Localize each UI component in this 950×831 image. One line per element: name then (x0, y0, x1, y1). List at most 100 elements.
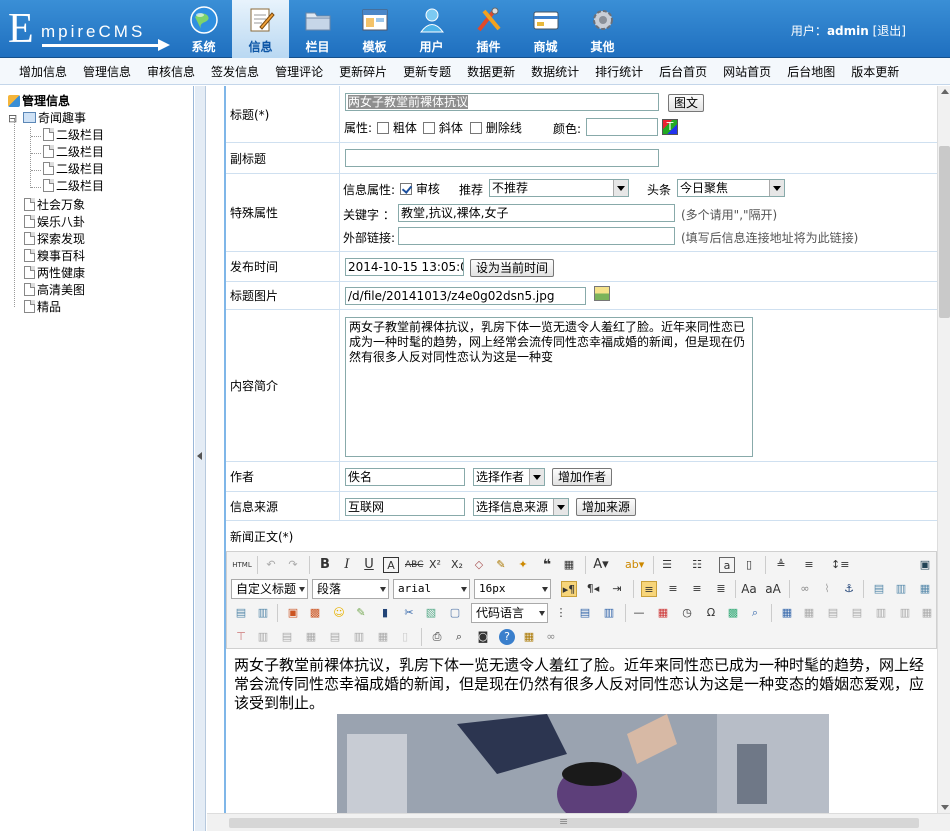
panel-splitter[interactable] (195, 86, 206, 831)
nav-info[interactable]: 信息 (232, 0, 289, 58)
horizontal-scrollbar[interactable] (207, 813, 950, 831)
tree-root[interactable]: 管理信息 (8, 93, 70, 110)
insert-paragraph-before-table-icon[interactable]: ▤ (825, 605, 841, 621)
bold-option[interactable]: 粗体 (377, 119, 417, 136)
tree-node[interactable]: 娱乐八卦 (24, 214, 85, 231)
review-checkbox[interactable] (400, 183, 412, 195)
menu-rank-stats[interactable]: 排行统计 (587, 63, 651, 80)
font-size-select[interactable]: 16px (474, 579, 551, 599)
menu-sign-info[interactable]: 签发信息 (203, 63, 267, 80)
tree-node-expanded[interactable]: ⊟ 奇闻趣事 (8, 110, 86, 127)
insert-table-icon[interactable]: ▦ (779, 605, 795, 621)
wordimage-icon[interactable]: ▩ (725, 605, 741, 621)
review-option[interactable]: 审核 (400, 180, 440, 197)
custom-heading-select[interactable]: 自定义标题 (231, 579, 308, 599)
italic-option[interactable]: 斜体 (423, 119, 463, 136)
tree-toggle-icon[interactable]: ⊟ (8, 112, 17, 125)
ordered-list-icon[interactable]: ☰ (659, 557, 675, 573)
clear-doc-icon[interactable]: ▯ (741, 557, 757, 573)
eraser-icon[interactable]: ◇ (471, 557, 487, 573)
insert-col-icon[interactable]: ▥ (897, 605, 913, 621)
background-icon[interactable]: ▥ (601, 605, 617, 621)
cell-props-icon[interactable]: ▯ (397, 629, 413, 645)
rtl-icon[interactable]: ¶◂ (585, 581, 601, 597)
italic-checkbox[interactable] (423, 122, 435, 134)
ltr-icon[interactable]: ▸¶ (561, 581, 577, 597)
emotion-icon[interactable]: ☺ (331, 605, 347, 621)
font-border-icon[interactable]: A (383, 557, 399, 573)
search-replace-icon[interactable]: ⌕ (747, 605, 763, 621)
attachment-icon[interactable]: ✂ (401, 605, 417, 621)
tree-node[interactable]: 精品 (24, 299, 61, 316)
auto-format-icon[interactable]: ✦ (515, 557, 531, 573)
undo-icon[interactable]: ↶ (263, 557, 279, 573)
italic-icon[interactable]: I (339, 557, 355, 573)
image-center-icon[interactable]: ▤ (233, 605, 249, 621)
author-input[interactable]: 佚名 (345, 468, 465, 486)
redo-icon[interactable]: ↷ (285, 557, 301, 573)
background-color-icon[interactable]: ab▾ (625, 557, 644, 573)
menu-review-info[interactable]: 审核信息 (139, 63, 203, 80)
menu-version-update[interactable]: 版本更新 (843, 63, 907, 80)
code-language-select[interactable]: 代码语言 (471, 603, 548, 623)
horizontal-rule-icon[interactable]: — (631, 605, 647, 621)
bold-icon[interactable]: B (317, 557, 333, 573)
font-color-icon[interactable]: A▾ (593, 557, 609, 573)
strike-checkbox[interactable] (470, 122, 482, 134)
link-tool-icon[interactable]: ∞ (543, 629, 559, 645)
paste-text-icon[interactable]: ▦ (561, 557, 577, 573)
title-image-button[interactable]: 图文 (668, 94, 705, 112)
subscript-icon[interactable]: X₂ (449, 557, 465, 573)
paragraph-format-select[interactable]: 段落 (312, 579, 389, 599)
scroll-down-icon[interactable] (941, 805, 949, 810)
template-icon[interactable]: ▤ (577, 605, 593, 621)
superscript-icon[interactable]: X² (427, 557, 443, 573)
anchor-icon[interactable]: ⚓ (841, 581, 857, 597)
recommend-select[interactable]: 不推荐 (489, 179, 629, 197)
menu-manage-info[interactable]: 管理信息 (75, 63, 139, 80)
editor-content[interactable]: 两女子教堂前裸体抗议，乳房下体一览无遗令人羞红了脸。近年来同性恋已成为一种时髦的… (226, 650, 937, 813)
title-input[interactable]: 两女子教堂前裸体抗议 (345, 93, 659, 111)
tree-child[interactable]: 二级栏目 (43, 144, 104, 161)
paste-icon[interactable]: ▦ (521, 629, 537, 645)
merge-down-icon[interactable]: ▤ (279, 629, 295, 645)
align-right-icon[interactable]: ≡ (689, 581, 705, 597)
align-justify-icon[interactable]: ≣ (713, 581, 729, 597)
add-author-button[interactable]: 增加作者 (552, 468, 613, 486)
add-source-button[interactable]: 增加来源 (576, 498, 637, 516)
color-input[interactable] (586, 118, 658, 136)
source-select[interactable]: 选择信息来源 (473, 498, 569, 516)
menu-add-info[interactable]: 增加信息 (11, 63, 75, 80)
author-select[interactable]: 选择作者 (473, 468, 545, 486)
help-icon[interactable]: ? (499, 629, 515, 645)
scrawl-icon[interactable]: ✎ (353, 605, 369, 621)
preview-icon[interactable]: ⌕ (451, 629, 467, 645)
special-chars-icon[interactable]: Ω (703, 605, 719, 621)
image-none-icon[interactable]: ▦ (917, 581, 933, 597)
indent-icon[interactable]: ⇥ (609, 581, 625, 597)
unordered-list-icon[interactable]: ☷ (689, 557, 705, 573)
nav-column[interactable]: 栏目 (289, 0, 346, 58)
row-spacing-bottom-icon[interactable]: ≡ (801, 557, 817, 573)
menu-admin-home[interactable]: 后台首页 (651, 63, 715, 80)
tree-child[interactable]: 二级栏目 (43, 161, 104, 178)
tree-child[interactable]: 二级栏目 (43, 178, 104, 195)
menu-data-update[interactable]: 数据更新 (459, 63, 523, 80)
select-all-icon[interactable]: a (719, 557, 735, 573)
insert-frame-icon[interactable]: ▢ (447, 605, 463, 621)
insert-row-icon[interactable]: ▤ (849, 605, 865, 621)
fullscreen-icon[interactable]: ▣ (917, 557, 933, 573)
page-break-icon[interactable]: ⋮ (553, 605, 569, 621)
bold-checkbox[interactable] (377, 122, 389, 134)
underline-icon[interactable]: U (361, 557, 377, 573)
keyword-input[interactable]: 教堂,抗议,裸体,女子 (398, 204, 675, 222)
tree-node[interactable]: 高清美图 (24, 282, 85, 299)
headline-select[interactable]: 今日聚焦 (677, 179, 785, 197)
tree-node[interactable]: 糗事百科 (24, 248, 85, 265)
tree-node[interactable]: 两性健康 (24, 265, 85, 282)
image-right-icon[interactable]: ▥ (893, 581, 909, 597)
subtitle-input[interactable] (345, 149, 659, 167)
titlepic-input[interactable]: /d/file/20141013/z4e0g02dsn5.jpg (345, 287, 586, 305)
strike-option[interactable]: 删除线 (470, 119, 522, 136)
tree-node[interactable]: 探索发现 (24, 231, 85, 248)
